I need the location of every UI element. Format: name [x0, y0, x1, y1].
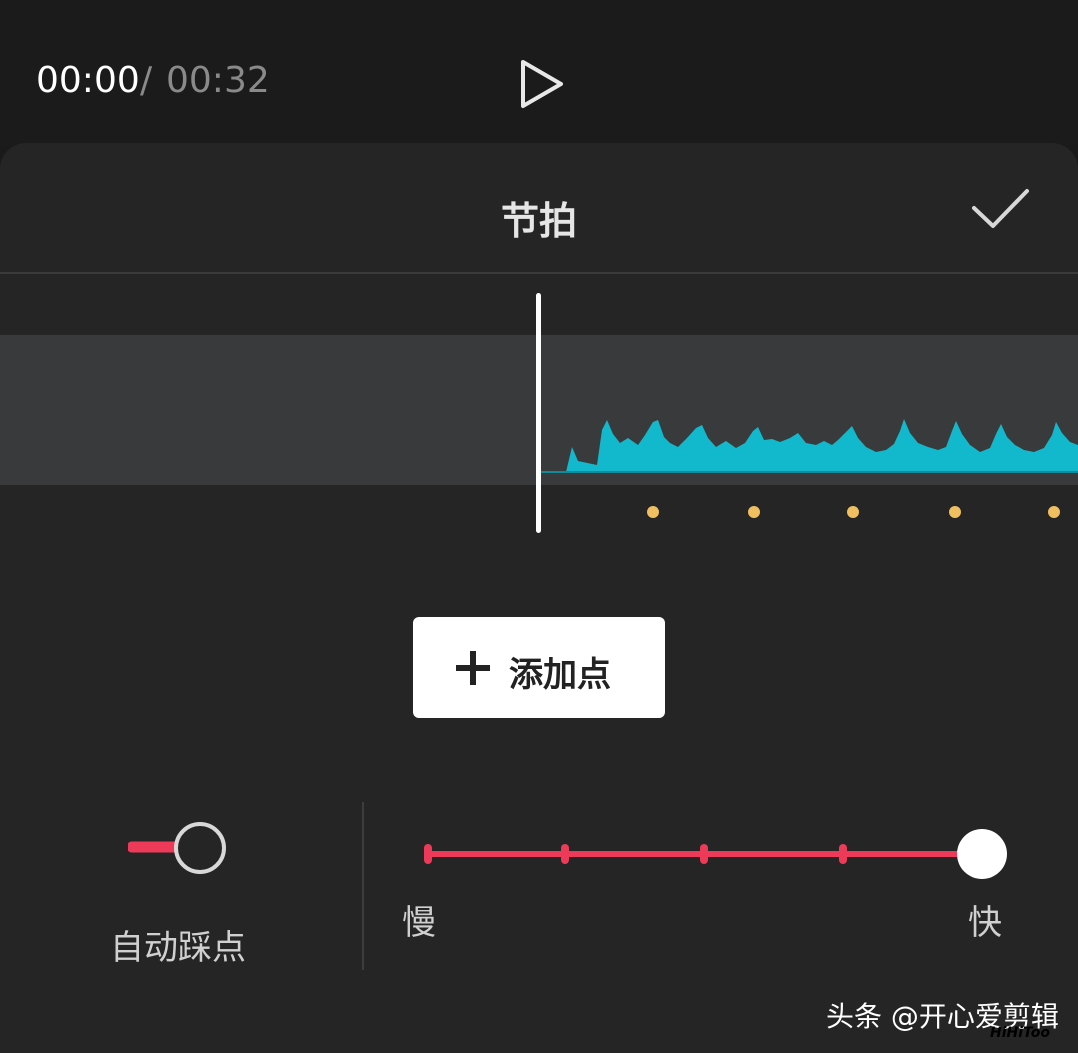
total-time: 00:32	[166, 60, 270, 101]
playhead[interactable]	[536, 293, 541, 533]
check-icon	[972, 189, 1029, 228]
auto-beat-label: 自动踩点	[110, 928, 246, 968]
player-bar: 00:00 / 00:32	[0, 0, 1078, 145]
beat-marker	[847, 506, 859, 518]
plus-icon	[456, 651, 490, 685]
audio-waveform	[540, 419, 1078, 473]
slow-label: 慢	[402, 903, 436, 943]
header-divider	[0, 272, 1078, 274]
speed-slider[interactable]	[420, 826, 1012, 882]
time-separator: /	[140, 60, 153, 101]
confirm-button[interactable]	[968, 184, 1032, 236]
add-point-label: 添加点	[509, 655, 611, 695]
beat-marker	[949, 506, 961, 518]
current-time: 00:00	[36, 60, 140, 101]
beat-marker	[748, 506, 760, 518]
watermark-small: HiHiToo	[990, 1025, 1051, 1041]
panel-title: 节拍	[500, 199, 577, 243]
fast-label: 快	[968, 903, 1002, 943]
vertical-divider	[362, 802, 364, 970]
play-button[interactable]	[512, 56, 572, 112]
toggle-switch-icon	[126, 822, 226, 874]
play-icon	[521, 60, 563, 108]
speed-slider-track	[424, 829, 1007, 879]
beat-marker	[1048, 506, 1060, 518]
beat-panel	[0, 143, 1078, 1053]
auto-beat-toggle[interactable]	[126, 820, 228, 876]
beat-marker	[647, 506, 659, 518]
